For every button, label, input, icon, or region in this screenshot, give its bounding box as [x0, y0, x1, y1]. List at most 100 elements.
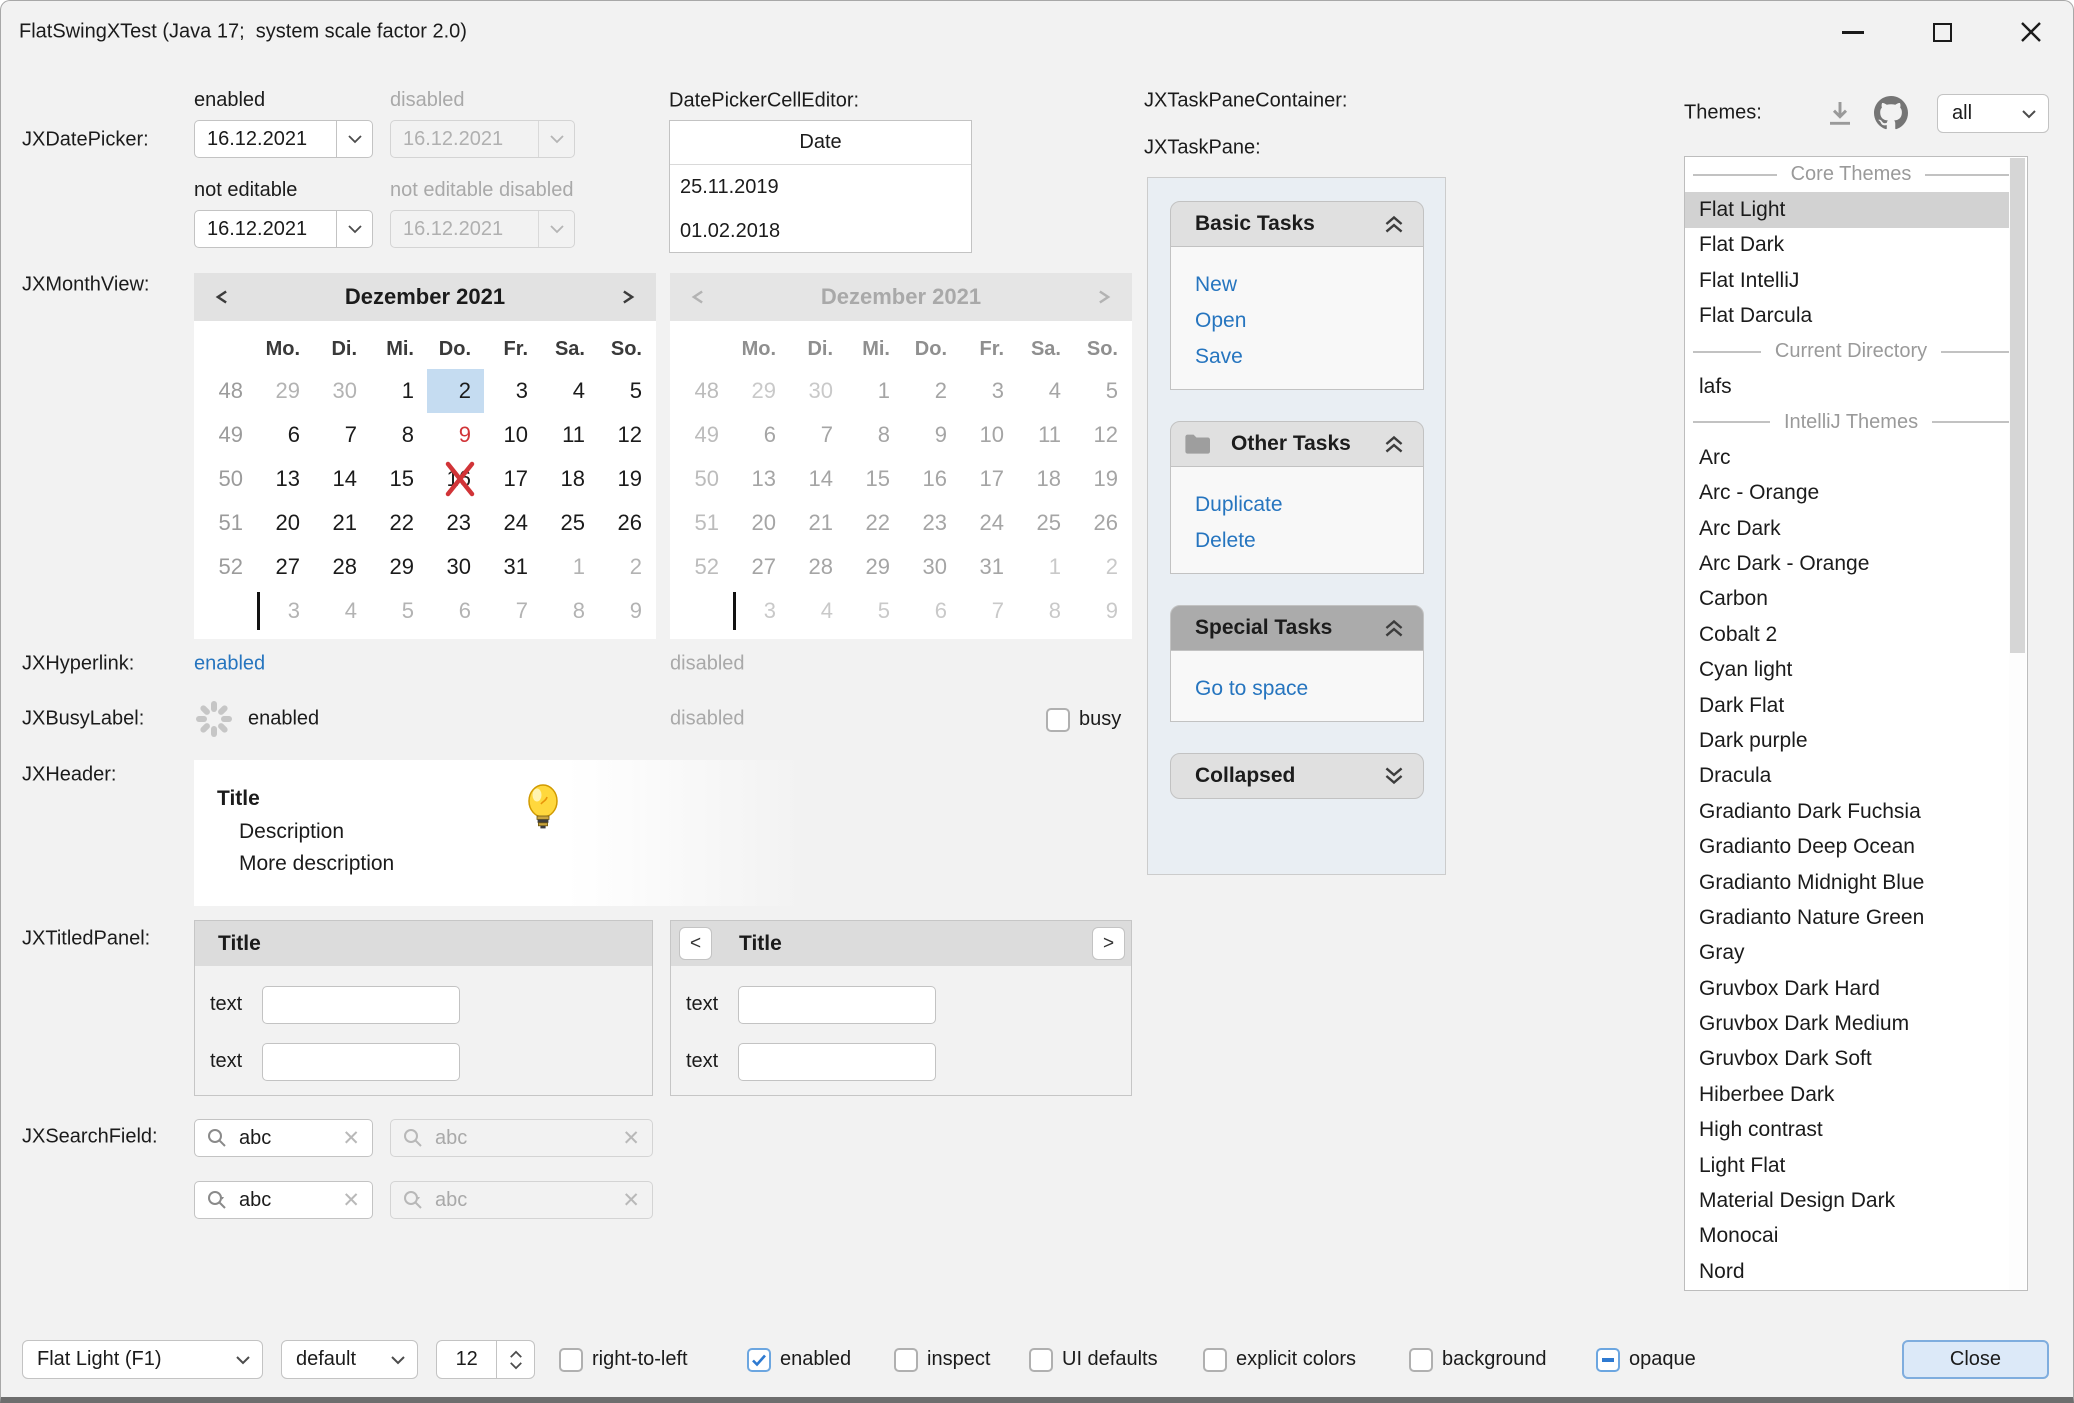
theme-list-item[interactable]: Arc - Orange: [1685, 476, 2009, 511]
minimize-button[interactable]: [1822, 9, 1884, 55]
datepicker-dropdown-button[interactable]: [336, 121, 372, 157]
checkbox[interactable]: [1409, 1348, 1433, 1372]
calendar-day-cell[interactable]: 24: [484, 501, 541, 545]
calendar-day-cell[interactable]: 26: [598, 501, 655, 545]
taskpane-link[interactable]: Delete: [1195, 523, 1423, 559]
theme-list-item[interactable]: Dracula: [1685, 759, 2009, 794]
theme-list-item[interactable]: Material Design Dark: [1685, 1183, 2009, 1218]
checkbox-group[interactable]: inspect: [894, 1340, 990, 1379]
theme-list-item[interactable]: Gradianto Dark Fuchsia: [1685, 794, 2009, 829]
chevron-double-up-icon[interactable]: [1381, 211, 1407, 237]
calendar-day-cell[interactable]: 2: [427, 369, 484, 413]
theme-list-item[interactable]: High contrast: [1685, 1113, 2009, 1148]
search-field[interactable]: abc✕: [194, 1119, 373, 1157]
theme-list-item[interactable]: Flat Darcula: [1685, 299, 2009, 334]
theme-list-item[interactable]: Nord: [1685, 1254, 2009, 1289]
themes-list[interactable]: Core ThemesFlat LightFlat DarkFlat Intel…: [1684, 156, 2028, 1291]
theme-list-item[interactable]: Monocai: [1685, 1219, 2009, 1254]
chevron-double-down-icon[interactable]: [1381, 763, 1407, 789]
calendar-prev-button[interactable]: [194, 273, 250, 321]
calendar-day-cell[interactable]: 12: [598, 413, 655, 457]
theme-list-item[interactable]: Arc Dark - Orange: [1685, 546, 2009, 581]
calendar-day-cell[interactable]: 10: [484, 413, 541, 457]
calendar-day-cell[interactable]: 30: [427, 545, 484, 589]
titled-panel-next-button[interactable]: >: [1092, 927, 1125, 960]
text-input[interactable]: [738, 986, 936, 1024]
chevron-double-up-icon[interactable]: [1381, 615, 1407, 641]
calendar-day-cell[interactable]: 28: [313, 545, 370, 589]
theme-list-item[interactable]: Arc: [1685, 440, 2009, 475]
calendar-day-cell[interactable]: 5: [598, 369, 655, 413]
calendar-day-cell[interactable]: 1: [541, 545, 598, 589]
calendar-day-cell[interactable]: 17: [484, 457, 541, 501]
datepicker-cell-editor-table[interactable]: Date 25.11.201901.02.2018: [669, 120, 972, 253]
taskpane-link[interactable]: New: [1195, 267, 1423, 303]
taskpane-link[interactable]: Go to space: [1195, 671, 1423, 707]
text-input[interactable]: [738, 1043, 936, 1081]
themes-scrollbar-thumb[interactable]: [2010, 158, 2025, 653]
calendar-day-cell[interactable]: 27: [256, 545, 313, 589]
calendar-day-cell[interactable]: 13: [256, 457, 313, 501]
theme-list-item[interactable]: Flat Light: [1685, 192, 2009, 227]
github-icon[interactable]: [1874, 96, 1908, 130]
theme-list-item[interactable]: Gradianto Deep Ocean: [1685, 829, 2009, 864]
clear-icon[interactable]: ✕: [342, 1126, 372, 1151]
calendar-day-cell[interactable]: 8: [370, 413, 427, 457]
theme-list-item[interactable]: Light Flat: [1685, 1148, 2009, 1183]
taskpane-link[interactable]: Open: [1195, 303, 1423, 339]
theme-list-item[interactable]: Hiberbee Dark: [1685, 1077, 2009, 1112]
theme-list-item[interactable]: Carbon: [1685, 582, 2009, 617]
calendar-day-cell[interactable]: 1: [370, 369, 427, 413]
calendar-day-cell[interactable]: 4: [541, 369, 598, 413]
table-row[interactable]: 01.02.2018: [670, 209, 971, 253]
calendar-day-cell[interactable]: 8: [541, 589, 598, 633]
calendar-day-cell[interactable]: 29: [256, 369, 313, 413]
close-button[interactable]: Close: [1902, 1340, 2049, 1379]
datepicker-dropdown-button[interactable]: [336, 211, 372, 247]
taskpane-link[interactable]: Save: [1195, 339, 1423, 375]
calendar-day-cell[interactable]: 7: [484, 589, 541, 633]
hyperlink-enabled[interactable]: enabled: [194, 653, 265, 676]
close-window-button[interactable]: [2000, 9, 2062, 55]
checkbox-group[interactable]: background: [1409, 1340, 1547, 1379]
calendar-day-cell[interactable]: 14: [313, 457, 370, 501]
busy-checkbox[interactable]: [1046, 708, 1070, 732]
style-combo[interactable]: default: [281, 1340, 418, 1379]
theme-list-item[interactable]: Gradianto Midnight Blue: [1685, 865, 2009, 900]
theme-list-item[interactable]: Gruvbox Dark Medium: [1685, 1006, 2009, 1041]
text-input[interactable]: [262, 986, 460, 1024]
calendar-day-cell[interactable]: 15: [370, 457, 427, 501]
theme-list-item[interactable]: Cobalt 2: [1685, 617, 2009, 652]
table-row[interactable]: 25.11.2019: [670, 165, 971, 209]
theme-list-item[interactable]: Flat IntelliJ: [1685, 263, 2009, 298]
calendar-day-cell[interactable]: 20: [256, 501, 313, 545]
calendar-day-cell[interactable]: 22: [370, 501, 427, 545]
calendar-day-cell[interactable]: 29: [370, 545, 427, 589]
calendar-day-cell[interactable]: 3: [256, 589, 313, 633]
checkbox[interactable]: [747, 1348, 771, 1372]
calendar-day-cell[interactable]: 5: [370, 589, 427, 633]
calendar-day-cell[interactable]: 18: [541, 457, 598, 501]
calendar-day-cell[interactable]: 6: [427, 589, 484, 633]
search-field[interactable]: abc✕: [194, 1181, 373, 1219]
calendar-day-cell[interactable]: 11: [541, 413, 598, 457]
font-size-spinner[interactable]: 12: [436, 1340, 535, 1379]
calendar-day-cell[interactable]: 9: [427, 413, 484, 457]
checkbox[interactable]: [559, 1348, 583, 1372]
theme-list-item[interactable]: Flat Dark: [1685, 228, 2009, 263]
calendar-day-cell[interactable]: 31: [484, 545, 541, 589]
theme-list-item[interactable]: Gruvbox Dark Hard: [1685, 971, 2009, 1006]
calendar-day-cell[interactable]: 30: [313, 369, 370, 413]
titled-panel-prev-button[interactable]: <: [679, 927, 712, 960]
checkbox-group[interactable]: opaque: [1596, 1340, 1696, 1379]
theme-list-item[interactable]: Cyan light: [1685, 652, 2009, 687]
theme-list-item[interactable]: Gruvbox Dark Soft: [1685, 1042, 2009, 1077]
download-icon[interactable]: [1824, 98, 1856, 130]
checkbox-group[interactable]: enabled: [747, 1340, 851, 1379]
calendar-day-cell[interactable]: 7: [313, 413, 370, 457]
taskpane-header[interactable]: Basic Tasks: [1170, 201, 1424, 247]
calendar-day-cell[interactable]: 4: [313, 589, 370, 633]
clear-icon[interactable]: ✕: [342, 1188, 372, 1213]
checkbox-group[interactable]: UI defaults: [1029, 1340, 1158, 1379]
theme-list-item[interactable]: lafs: [1685, 369, 2009, 404]
